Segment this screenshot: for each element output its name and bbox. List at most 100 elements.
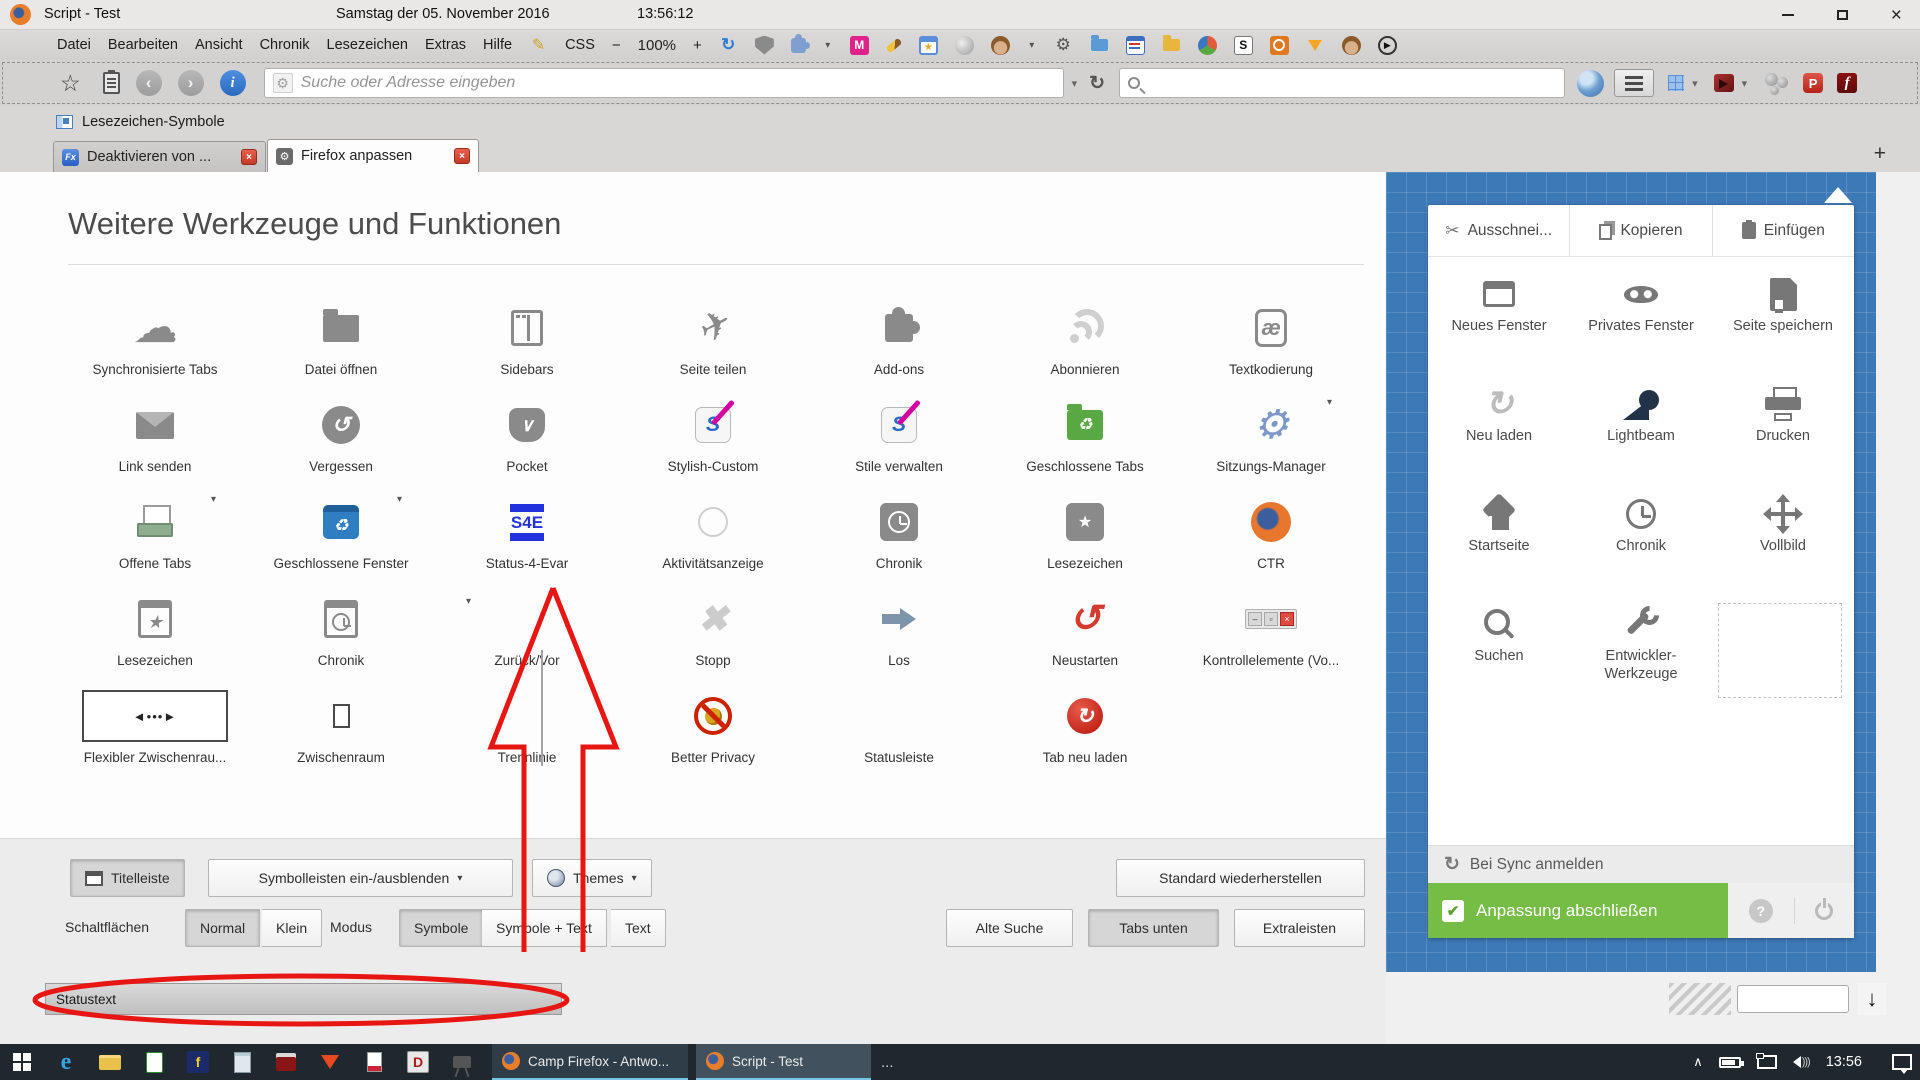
speaker-icon[interactable]: ))) bbox=[1793, 1056, 1810, 1068]
monkey-dropdown-icon[interactable]: ▾ bbox=[1027, 36, 1037, 55]
themes-button[interactable]: Themes ▾ bbox=[532, 859, 652, 897]
broom-cleaner-icon[interactable] bbox=[885, 37, 902, 53]
extra-bars-button[interactable]: Extraleisten bbox=[1234, 909, 1365, 947]
taskbar-notepad-icon[interactable] bbox=[220, 1044, 264, 1080]
back-button[interactable]: ‹ bbox=[136, 70, 162, 96]
zoom-out-button[interactable]: − bbox=[612, 37, 621, 54]
reload-tile[interactable]: ↻ Neu laden bbox=[1428, 371, 1570, 481]
taskbar-window-camp-firefox[interactable]: Camp Firefox - Antwo... bbox=[492, 1044, 688, 1080]
edit-css-pencil-icon[interactable]: ✎ bbox=[529, 36, 548, 55]
restore-defaults-button[interactable]: Standard wiederherstellen bbox=[1116, 859, 1365, 897]
palette-item[interactable]: Zwischenraum bbox=[248, 674, 434, 771]
window-list-icon[interactable] bbox=[1126, 36, 1145, 55]
taskbar-explorer-icon[interactable] bbox=[88, 1044, 132, 1080]
greasemonkey-icon-2[interactable] bbox=[1342, 36, 1361, 55]
palette-item[interactable]: –▫× Kontrollelemente (Vo... bbox=[1178, 577, 1364, 674]
tab-firefox-anpassen[interactable]: ⚙ Firefox anpassen × bbox=[267, 139, 479, 172]
paste-button[interactable]: Einfügen bbox=[1712, 205, 1854, 256]
taskbar-overflow[interactable]: ... bbox=[881, 1054, 894, 1071]
calendar-star-icon[interactable]: ★ bbox=[919, 36, 938, 55]
toolbars-toggle-button[interactable]: Symbolleisten ein-/ausblenden ▾ bbox=[208, 859, 513, 897]
palette-item[interactable]: ♻ ▾ Geschlossene Fenster bbox=[248, 480, 434, 577]
palette-item[interactable]: ⚙ ▾ Sitzungs-Manager bbox=[1178, 383, 1364, 480]
taskbar-green-doc-icon[interactable] bbox=[132, 1044, 176, 1080]
palette-item[interactable]: ▾ Offene Tabs bbox=[62, 480, 248, 577]
menu-chronik[interactable]: Chronik bbox=[260, 37, 310, 53]
mode-icons-text-button[interactable]: Symbole + Text bbox=[482, 909, 607, 947]
silver-globe-icon[interactable] bbox=[955, 36, 974, 55]
old-search-button[interactable]: Alte Suche bbox=[946, 909, 1073, 947]
taskbar-camera-icon[interactable] bbox=[440, 1044, 484, 1080]
palette-item[interactable]: Trennlinie bbox=[434, 674, 620, 771]
taskbar-scanner-icon[interactable] bbox=[264, 1044, 308, 1080]
close-button[interactable]: × bbox=[1874, 0, 1918, 30]
copy-button[interactable]: Kopieren bbox=[1569, 205, 1711, 256]
palette-item[interactable]: Statusleiste bbox=[806, 674, 992, 771]
palette-item[interactable]: ↺ Vergessen bbox=[248, 383, 434, 480]
yellow-folder-icon[interactable] bbox=[1163, 39, 1180, 51]
palette-item[interactable]: ★ Lesezeichen bbox=[992, 480, 1178, 577]
palette-item[interactable]: ★ Lesezeichen bbox=[62, 577, 248, 674]
palette-item[interactable]: ✖ Stopp bbox=[620, 577, 806, 674]
print-tile[interactable]: Drucken bbox=[1712, 371, 1854, 481]
tray-clock[interactable]: 13:56 bbox=[1826, 1054, 1862, 1070]
ublock-shield-icon[interactable] bbox=[755, 36, 774, 55]
tab-close-icon[interactable]: × bbox=[454, 148, 470, 164]
devtools-tile[interactable]: Entwickler-Werkzeuge bbox=[1570, 591, 1712, 701]
network-icon[interactable] bbox=[1757, 1055, 1777, 1069]
palette-item[interactable]: ☁ Synchronisierte Tabs bbox=[62, 286, 248, 383]
palette-item[interactable]: ∨ Pocket bbox=[434, 383, 620, 480]
urlbar-dropdown-icon[interactable]: ▾ bbox=[1072, 77, 1078, 90]
settings-gear-icon[interactable]: ⚙ bbox=[1054, 36, 1073, 55]
palette-item[interactable]: S Stylish-Custom bbox=[620, 383, 806, 480]
video-downloader-icon[interactable] bbox=[1714, 74, 1734, 92]
palette-item[interactable]: Chronik bbox=[248, 577, 434, 674]
minimize-button[interactable] bbox=[1766, 0, 1810, 30]
palette-item[interactable]: ↺ Neustarten bbox=[992, 577, 1178, 674]
blue-grid-dropdown-icon[interactable]: ▾ bbox=[1692, 77, 1698, 90]
dropdown-icon[interactable]: ▾ bbox=[397, 494, 402, 505]
palette-item[interactable]: ♻ Geschlossene Tabs bbox=[992, 383, 1178, 480]
horizontal-scrollbar[interactable] bbox=[1737, 985, 1849, 1013]
palette-item[interactable]: Link senden bbox=[62, 383, 248, 480]
menu-ansicht[interactable]: Ansicht bbox=[195, 37, 243, 53]
new-tab-button[interactable]: + bbox=[1874, 142, 1886, 166]
maximize-button[interactable] bbox=[1820, 0, 1864, 30]
urlbar-gear-icon[interactable]: ⚙ bbox=[273, 73, 293, 93]
cut-button[interactable]: ✂ Ausschnei... bbox=[1428, 205, 1569, 256]
taskbar-f-app-icon[interactable]: f bbox=[176, 1044, 220, 1080]
greasemonkey-icon[interactable] bbox=[991, 36, 1010, 55]
reload-icon[interactable]: ↻ bbox=[1089, 72, 1105, 95]
taskbar-window-script-test[interactable]: Script - Test bbox=[696, 1044, 871, 1080]
palette-item[interactable]: S4E Status-4-Evar bbox=[434, 480, 620, 577]
taskbar-download-arrow-icon[interactable] bbox=[308, 1044, 352, 1080]
palette-item[interactable]: ▾ Zurück/Vor bbox=[434, 577, 620, 674]
palette-item[interactable]: Datei öffnen bbox=[248, 286, 434, 383]
resize-grip[interactable] bbox=[1669, 983, 1731, 1015]
search-input[interactable] bbox=[1119, 68, 1565, 98]
thunderbird-globe-icon[interactable] bbox=[1577, 70, 1604, 97]
dropdown-icon[interactable]: ▾ bbox=[1327, 397, 1332, 408]
tabs-bottom-button[interactable]: Tabs unten bbox=[1088, 909, 1219, 947]
blue-grid-icon[interactable] bbox=[1668, 75, 1684, 91]
palette-item[interactable]: CTR bbox=[1178, 480, 1364, 577]
taskbar-small-doc-icon[interactable] bbox=[352, 1044, 396, 1080]
info-icon[interactable]: i bbox=[220, 70, 246, 96]
sync-refresh-icon[interactable]: ↻ bbox=[719, 36, 738, 55]
video-downloader-dropdown-icon[interactable]: ▾ bbox=[1742, 77, 1748, 90]
flashblock-p-icon[interactable]: P bbox=[1803, 73, 1823, 93]
battery-icon[interactable] bbox=[1719, 1057, 1741, 1068]
mode-text-button[interactable]: Text bbox=[611, 909, 666, 947]
back-forward-dropdown-icon[interactable]: ▾ bbox=[466, 596, 471, 607]
addon-puzzle-icon[interactable] bbox=[791, 38, 806, 53]
start-button[interactable] bbox=[0, 1044, 44, 1080]
palette-item[interactable]: Add-ons bbox=[806, 286, 992, 383]
action-center-icon[interactable] bbox=[1892, 1054, 1912, 1070]
search-tile[interactable]: Suchen bbox=[1428, 591, 1570, 701]
palette-item[interactable]: Better Privacy bbox=[620, 674, 806, 771]
bookmarks-bar-label[interactable]: Lesezeichen-Symbole bbox=[82, 114, 225, 130]
palette-item[interactable]: ↻ Tab neu laden bbox=[992, 674, 1178, 771]
flash-plugin-icon[interactable]: f bbox=[1837, 73, 1857, 93]
tab-close-icon[interactable]: × bbox=[241, 149, 257, 165]
save-page-tile[interactable]: Seite speichern bbox=[1712, 261, 1854, 371]
